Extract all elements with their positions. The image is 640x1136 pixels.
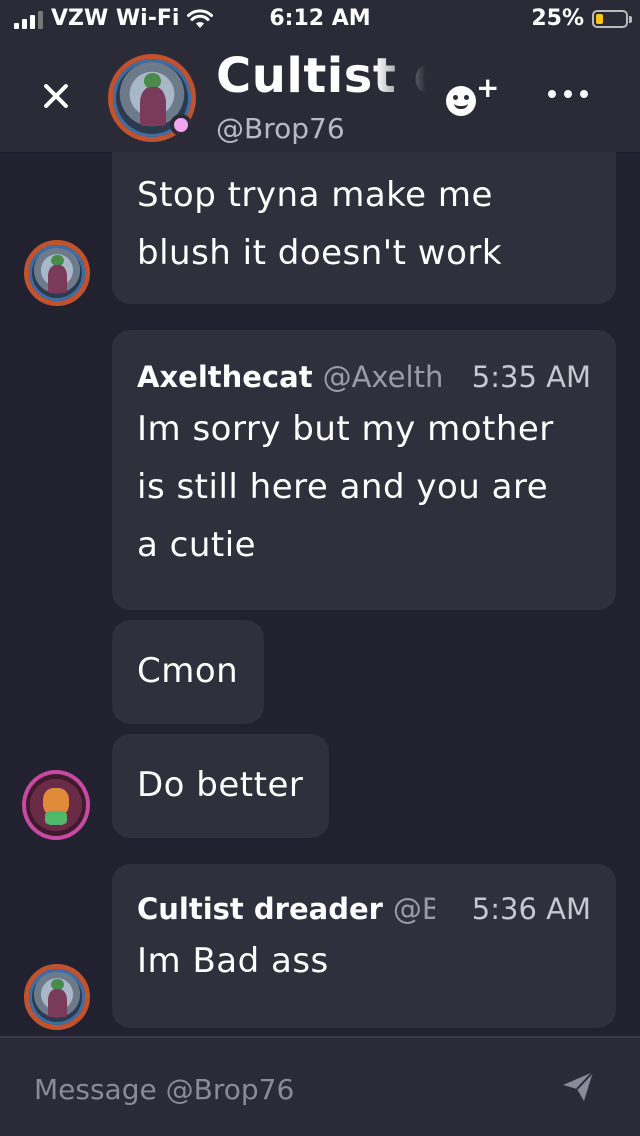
message-avatar[interactable] xyxy=(24,964,90,1030)
message-bubble[interactable]: Axelthecat @Axelth 5:35 AM Im sorry but … xyxy=(112,330,616,610)
send-icon[interactable] xyxy=(560,1068,596,1104)
plus-icon: + xyxy=(476,71,500,104)
message-author[interactable]: Axelthecat xyxy=(137,360,313,394)
message-timestamp: 5:36 AM xyxy=(471,892,591,926)
add-friend-button[interactable]: + xyxy=(446,74,499,120)
header-handle: @Brop76 xyxy=(216,112,345,145)
message-bubble[interactable]: Cultist dreader @B 5:36 AM Im Bad ass xyxy=(112,864,616,1028)
message-text: Cmon xyxy=(137,651,239,691)
message-timestamp: 5:35 AM xyxy=(471,360,591,394)
message-author[interactable]: Cultist dreader xyxy=(137,892,383,926)
add-friend-icon xyxy=(446,86,476,116)
message-text: blush it doesn't work xyxy=(137,233,503,273)
message-text: Do better xyxy=(137,765,304,805)
close-button[interactable] xyxy=(38,78,74,114)
message-avatar[interactable] xyxy=(22,770,90,840)
message-text: Stop tryna make me xyxy=(137,175,493,215)
message-bubble[interactable]: Do better xyxy=(112,734,330,838)
status-right: 25% xyxy=(531,6,632,31)
battery-percent: 25% xyxy=(531,6,584,31)
more-options-button[interactable] xyxy=(548,90,590,102)
message-bubble[interactable]: Stop tryna make me blush it doesn't work xyxy=(112,152,616,304)
message-bubble[interactable]: Cmon xyxy=(112,620,265,724)
message-text: Im sorry but my mother xyxy=(137,409,554,449)
message-input[interactable] xyxy=(32,1068,516,1110)
header-title[interactable]: Cultist d xyxy=(216,48,426,104)
message-header: Cultist dreader @B 5:36 AM xyxy=(137,892,616,932)
message-text: Im Bad ass xyxy=(137,941,329,981)
message-composer xyxy=(0,1036,640,1136)
message-text: a cutie xyxy=(137,525,257,565)
battery-fill xyxy=(596,13,603,24)
message-avatar[interactable] xyxy=(24,240,90,306)
message-header: Axelthecat @Axelth 5:35 AM xyxy=(137,360,616,400)
status-bar: VZW Wi-Fi 6:12 AM 25% xyxy=(0,0,640,40)
online-status-dot xyxy=(170,114,192,136)
message-handle: @B xyxy=(392,892,435,926)
battery-icon xyxy=(592,9,632,28)
message-text: is still here and you are xyxy=(137,467,549,507)
message-handle: @Axelth xyxy=(322,360,443,394)
